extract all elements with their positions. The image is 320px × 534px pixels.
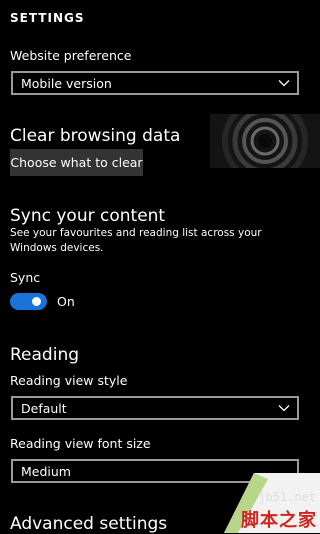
- reading-view-style-value: Default: [21, 401, 67, 416]
- advanced-settings-title: Advanced settings: [10, 514, 168, 534]
- choose-what-to-clear-button[interactable]: Choose what to clear: [10, 149, 143, 176]
- sync-description: See your favourites and reading list acr…: [10, 227, 262, 254]
- watermark-text: 脚本之家: [241, 510, 317, 531]
- reading-view-font-size-label: Reading view font size: [10, 436, 151, 451]
- page-title: SETTINGS: [10, 11, 85, 25]
- reading-view-style-select[interactable]: Default: [11, 396, 299, 420]
- sync-toggle[interactable]: [10, 293, 47, 310]
- reading-view-style-label: Reading view style: [10, 373, 128, 388]
- watermark-url: jb51.net: [258, 490, 316, 504]
- sync-label: Sync: [10, 270, 41, 285]
- toggle-knob: [32, 297, 41, 306]
- sync-toggle-state: On: [57, 294, 75, 309]
- watermark: jb51.net 脚本之家: [224, 473, 320, 533]
- clear-browsing-title: Clear browsing data: [10, 126, 181, 146]
- website-preference-select[interactable]: Mobile version: [11, 71, 299, 95]
- reading-title: Reading: [10, 345, 80, 365]
- chevron-down-icon: [278, 80, 290, 87]
- website-preference-value: Mobile version: [21, 76, 112, 91]
- sync-title: Sync your content: [10, 206, 166, 226]
- chevron-down-icon: [278, 405, 290, 412]
- reading-view-font-size-value: Medium: [21, 464, 71, 479]
- website-preference-label: Website preference: [10, 48, 132, 63]
- decorative-image: [210, 114, 320, 168]
